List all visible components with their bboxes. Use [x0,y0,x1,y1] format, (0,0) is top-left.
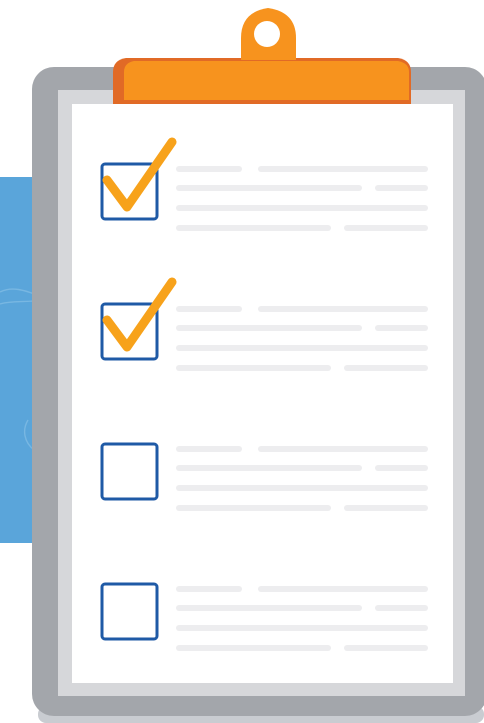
text-placeholder-line [258,446,428,452]
text-placeholder-line [258,586,428,592]
text-placeholder-line [344,645,428,651]
text-placeholder-line [176,365,331,371]
text-placeholder-line [344,365,428,371]
clipboard-illustration [0,8,484,723]
text-placeholder-line [176,225,331,231]
text-placeholder-line [344,505,428,511]
text-placeholder-line [176,205,428,211]
text-placeholder-line [176,306,242,312]
text-placeholder-line [375,325,428,331]
text-placeholder-line [375,185,428,191]
text-placeholder-line [176,605,362,611]
text-placeholder-line [176,446,242,452]
text-placeholder-line [176,185,362,191]
text-placeholder-line [176,465,362,471]
clip [113,8,411,104]
text-placeholder-line [344,225,428,231]
text-placeholder-line [176,505,331,511]
text-placeholder-line [375,465,428,471]
text-placeholder-line [176,166,242,172]
text-placeholder-line [176,645,331,651]
text-placeholder-line [176,345,428,351]
clip-hole [254,21,280,47]
text-placeholder-line [176,586,242,592]
text-placeholder-line [375,605,428,611]
text-placeholder-line [176,485,428,491]
clip-base-highlight [124,61,409,100]
text-placeholder-line [176,325,362,331]
text-placeholder-line [176,625,428,631]
text-placeholder-line [258,306,428,312]
text-placeholder-line [258,166,428,172]
